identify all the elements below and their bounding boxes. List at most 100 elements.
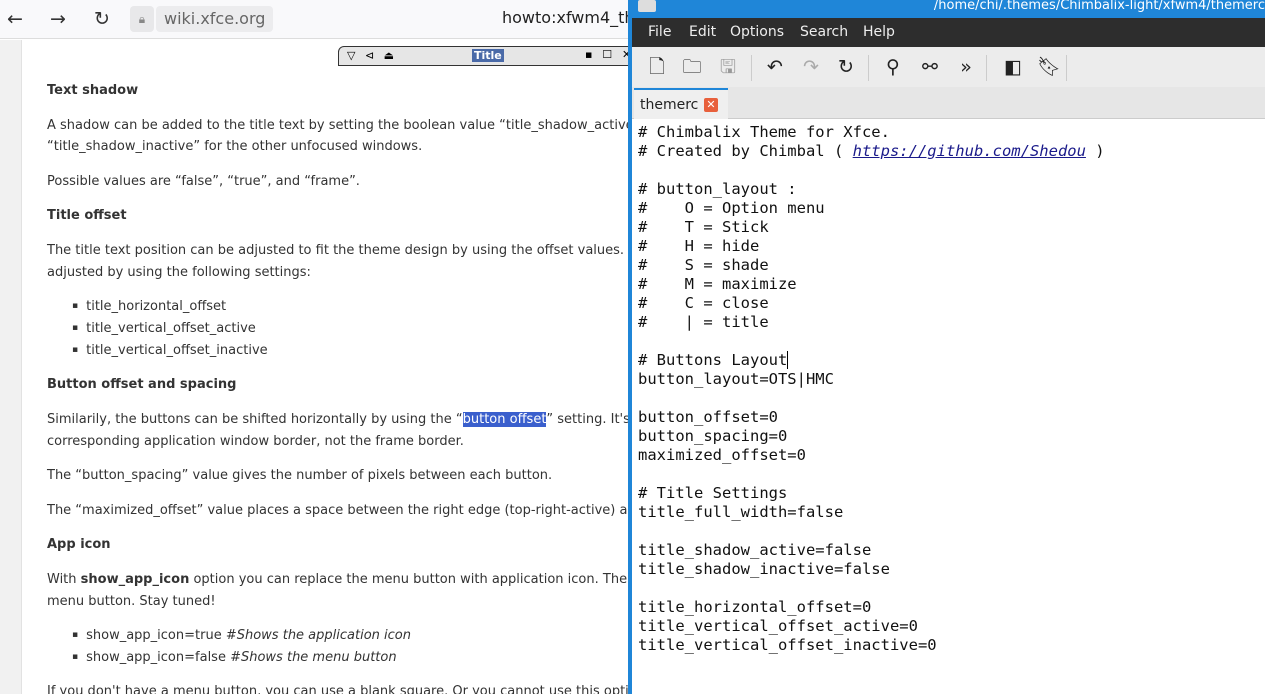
code-text: # Chimbalix Theme for Xfce. <box>638 123 890 141</box>
paragraph: corresponding application window border,… <box>47 431 464 453</box>
menu-help[interactable]: Help <box>863 24 895 40</box>
tab-themerc[interactable]: themerc ✕ <box>634 88 728 119</box>
code-text: # C = close <box>638 294 769 312</box>
text-pre: show_app_icon=true # <box>86 628 237 643</box>
new-file-icon[interactable]: 🗋 <box>645 55 669 79</box>
text-text: menu button. Stay tuned! <box>47 594 216 609</box>
text-text: adjusted by using the following settings… <box>47 265 311 280</box>
code-text: # O = Option menu <box>638 199 825 217</box>
list-item: title_horizontal_offset <box>72 296 226 319</box>
code-editor[interactable]: # Chimbalix Theme for Xfce. # Created by … <box>638 123 1105 655</box>
code-line: # Title Settings <box>638 484 1105 503</box>
code-line: title_horizontal_offset=0 <box>638 598 1105 617</box>
code-line: # Chimbalix Theme for Xfce. <box>638 123 1105 142</box>
code-text: # S = shade <box>638 256 769 274</box>
toolbar: 🗋 🗀 🖫 ↶ ↷ ↻ ⚲ ⚯ » ◧ 🔖︎ <box>632 47 1265 87</box>
text-text: corresponding application window border,… <box>47 434 464 449</box>
code-line: # C = close <box>638 294 1105 313</box>
paragraph: A shadow can be added to the title text … <box>47 115 632 137</box>
text-text: The “button_spacing” value gives the num… <box>47 468 553 483</box>
text-post: ” setting. It's <box>546 412 630 427</box>
window-title: /home/chi/.themes/Chimbalix-light/xfwm4/… <box>933 0 1265 13</box>
paragraph: The “maximized_offset” value places a sp… <box>47 500 632 522</box>
text-text: Possible values are “false”, “true”, and… <box>47 174 360 189</box>
redo-icon[interactable]: ↷ <box>799 55 823 79</box>
paragraph: menu button. Stay tuned! <box>47 591 216 613</box>
editor-titlebar[interactable]: /home/chi/.themes/Chimbalix-light/xfwm4/… <box>632 0 1265 18</box>
code-line: # O = Option menu <box>638 199 1105 218</box>
code-text: # M = maximize <box>638 275 797 293</box>
replace-icon[interactable]: ⚯ <box>918 55 942 79</box>
reload-button[interactable]: ↻ <box>89 6 115 32</box>
preview-left-buttons: ▽ ⊲ ⏏ <box>347 49 398 62</box>
code-text: title_horizontal_offset=0 <box>638 598 872 616</box>
text-text: title_vertical_offset_active <box>86 321 256 336</box>
section-heading: Text shadow <box>47 80 138 102</box>
bookmark-icon[interactable]: 🔖︎ <box>1037 55 1061 79</box>
paragraph: “title_shadow_inactive” for the other un… <box>47 136 422 158</box>
text-text: A shadow can be added to the title text … <box>47 118 632 133</box>
link[interactable]: https://github.com/Shedou <box>853 142 1086 160</box>
list-item: title_vertical_offset_active <box>72 318 256 341</box>
text-pre: With <box>47 572 81 587</box>
lock-icon[interactable]: 🔒︎ <box>130 6 154 32</box>
url-bar[interactable]: wiki.xfce.org <box>156 6 274 32</box>
code-line: title_shadow_active=false <box>638 541 1105 560</box>
code-line: maximized_offset=0 <box>638 446 1105 465</box>
code-line: # H = hide <box>638 237 1105 256</box>
code-line: title_vertical_offset_inactive=0 <box>638 636 1105 655</box>
code-text: # T = Stick <box>638 218 769 236</box>
text-text: The title text position can be adjusted … <box>47 243 632 258</box>
forward-button[interactable]: → <box>45 6 71 32</box>
text-text: Title offset <box>47 208 127 223</box>
code-text: # Buttons Layout <box>638 351 789 369</box>
code-line: title_shadow_inactive=false <box>638 560 1105 579</box>
paragraph: Similarily, the buttons can be shifted h… <box>47 409 630 431</box>
code-text: title_vertical_offset_inactive=0 <box>638 636 937 654</box>
code-text: title_shadow_inactive=false <box>638 560 890 578</box>
menubar: File Edit Options Search Help <box>632 18 1265 47</box>
text-it: Shows the application icon <box>236 628 411 643</box>
code-text: title_full_width=false <box>638 503 844 521</box>
code-line: # button_layout : <box>638 180 1105 199</box>
text-text: “title_shadow_inactive” for the other un… <box>47 139 423 154</box>
menu-options[interactable]: Options <box>730 24 784 40</box>
close-tab-icon[interactable]: ✕ <box>704 98 718 112</box>
code-text: title_vertical_offset_active=0 <box>638 617 918 635</box>
open-file-icon[interactable]: 🗀 <box>680 55 704 79</box>
search-icon[interactable]: ⚲ <box>881 55 905 79</box>
save-icon[interactable]: 🖫 <box>716 55 740 79</box>
text-bold: show_app_icon <box>80 572 190 587</box>
text-text: Text shadow <box>47 83 139 98</box>
menu-search[interactable]: Search <box>800 24 848 40</box>
menu-file[interactable]: File <box>648 24 671 40</box>
text-text: If you don't have a menu button, you can… <box>47 684 632 694</box>
text-text: The “maximized_offset” value places a sp… <box>47 503 632 518</box>
undo-icon[interactable]: ↶ <box>763 55 787 79</box>
code-text: # | = title <box>638 313 769 331</box>
goto-icon[interactable]: » <box>954 55 978 79</box>
reload-icon[interactable]: ↻ <box>834 55 858 79</box>
code-line: # T = Stick <box>638 218 1105 237</box>
code-line: # S = shade <box>638 256 1105 275</box>
code-text: button_spacing=0 <box>638 427 788 445</box>
menu-edit[interactable]: Edit <box>689 24 716 40</box>
paragraph: The title text position can be adjusted … <box>47 240 632 262</box>
paragraph: Possible values are “false”, “true”, and… <box>47 171 360 193</box>
back-button[interactable]: ← <box>2 6 28 32</box>
sidebar-toggle-icon[interactable]: ◧ <box>1001 55 1025 79</box>
code-line: button_layout=OTS|HMC <box>638 370 1105 389</box>
browser-window: ← → ↻ 🔒︎ wiki.xfce.org howto:xfwm4_th ▽ … <box>0 0 632 694</box>
code-line: title_vertical_offset_active=0 <box>638 617 1105 636</box>
text-text: App icon <box>47 537 111 552</box>
paragraph: With show_app_icon option you can replac… <box>47 569 632 591</box>
code-line: title_full_width=false <box>638 503 1105 522</box>
code-text: button_offset=0 <box>638 408 778 426</box>
section-heading: Title offset <box>47 205 127 227</box>
section-heading: Button offset and spacing <box>47 374 236 396</box>
code-text: # button_layout : <box>638 180 797 198</box>
